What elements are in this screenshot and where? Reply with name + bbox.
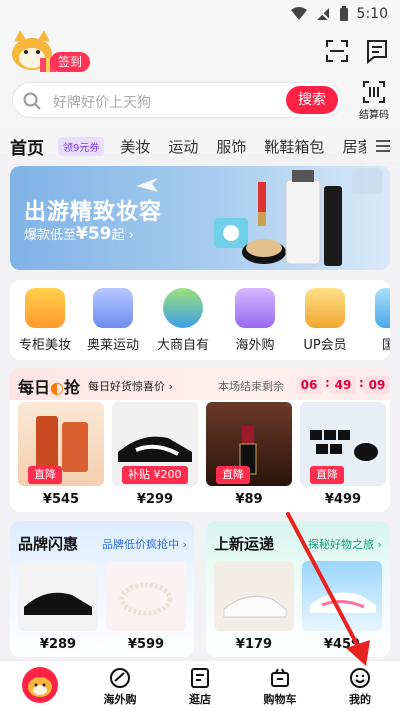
signal-icon bbox=[315, 7, 330, 21]
tag-direct-discount: 直降 bbox=[310, 466, 344, 484]
status-bar: 5:10 bbox=[0, 0, 400, 28]
search-button[interactable]: 搜索 bbox=[286, 86, 338, 114]
sneaker-icon bbox=[93, 288, 133, 328]
tabs-menu-button[interactable] bbox=[366, 130, 400, 162]
flash-product-3[interactable]: 直降 ¥89 bbox=[206, 402, 292, 507]
countdown-hours: 06 bbox=[296, 376, 322, 394]
status-time: 5:10 bbox=[356, 6, 388, 22]
flash-product-2[interactable]: 补贴 ¥200 ¥299 bbox=[112, 402, 198, 507]
quick-entries: 专柜美妆 奥莱运动 大商自有 海外购 UP会员 国补 bbox=[10, 280, 390, 360]
card-product[interactable]: ¥179 bbox=[214, 561, 294, 652]
product-price: ¥499 bbox=[324, 492, 362, 507]
cart-icon bbox=[271, 668, 289, 687]
brand-flash-card[interactable]: 品牌闪惠 品牌低价疯抢中 › ¥289 ¥599 bbox=[10, 521, 194, 657]
card-title: 上新运递 bbox=[214, 535, 275, 553]
battery-icon bbox=[339, 6, 348, 21]
nav-shops[interactable]: 逛店 bbox=[170, 667, 230, 707]
entry-outlet-sports[interactable]: 奥莱运动 bbox=[80, 288, 146, 353]
product-price: ¥545 bbox=[42, 492, 80, 507]
message-icon[interactable] bbox=[364, 38, 390, 64]
daily-flash-section[interactable]: 每日◐抢 每日好货惊喜价 › 本场结束剩余 06 : 49 : 09 直降 ¥5… bbox=[10, 368, 390, 512]
tag-direct-discount: 直降 bbox=[28, 466, 62, 484]
entry-own-brand[interactable]: 大商自有 bbox=[150, 288, 216, 353]
countdown-seconds: 09 bbox=[364, 376, 390, 394]
banner-title: 出游精致妆容 bbox=[24, 200, 163, 225]
tag-direct-discount: 直降 bbox=[216, 466, 250, 484]
overseas-icon bbox=[110, 668, 130, 688]
card-product[interactable]: ¥289 bbox=[18, 561, 98, 652]
globe-icon bbox=[163, 288, 203, 328]
entry-overseas[interactable]: 海外购 bbox=[222, 288, 288, 353]
pearl-necklace-image bbox=[106, 561, 186, 631]
serum-product-image: 直降 bbox=[18, 402, 104, 486]
flash-product-4[interactable]: 直降 ¥499 bbox=[300, 402, 386, 507]
wifi-icon bbox=[290, 7, 307, 20]
flash-subtitle[interactable]: 每日好货惊喜价 › bbox=[88, 378, 173, 394]
coupon-badge[interactable]: 领9元券 bbox=[58, 136, 105, 156]
flash-header: 每日◐抢 每日好货惊喜价 › 本场结束剩余 06 : 49 : 09 bbox=[10, 368, 390, 400]
nav-mine[interactable]: 我的 bbox=[330, 667, 390, 707]
nav-cart[interactable]: 购物车 bbox=[250, 667, 310, 707]
cosmetics-products-image bbox=[214, 168, 382, 266]
profile-smile-icon bbox=[350, 668, 370, 688]
store-icon bbox=[191, 668, 209, 688]
nav-overseas[interactable]: 海外购 bbox=[90, 667, 150, 707]
promo-banner[interactable]: 出游精致妆容 爆款低至¥59起 › bbox=[10, 166, 390, 270]
new-arrivals-card[interactable]: 上新运递 探秘好物之旅 › ¥179 ¥459 bbox=[206, 521, 390, 657]
paycode-label: 结算码 bbox=[359, 110, 389, 121]
tab-sports[interactable]: 运动 bbox=[168, 136, 198, 157]
barcode-icon bbox=[363, 81, 385, 103]
card-subtitle[interactable]: 探秘好物之旅 › bbox=[308, 536, 382, 552]
bottom-nav: 海外购 逛店 购物车 我的 bbox=[0, 660, 400, 711]
search-input[interactable]: 好牌好价上天狗 bbox=[53, 92, 151, 112]
scan-icon[interactable] bbox=[324, 38, 350, 64]
flash-title: 每日◐抢 bbox=[18, 378, 80, 397]
tab-home[interactable]: 首页 bbox=[10, 134, 44, 159]
flash-ends-label: 本场结束剩余 bbox=[218, 380, 284, 393]
entry-national-subsidy[interactable]: 国补 bbox=[362, 288, 390, 353]
crown-icon bbox=[305, 288, 345, 328]
category-tabs: 首页 领9元券 美妆 运动 服饰 靴鞋箱包 居家 bbox=[0, 130, 400, 162]
sneaker-product-image: 补贴 ¥200 bbox=[112, 402, 198, 486]
tab-beauty[interactable]: 美妆 bbox=[120, 136, 150, 157]
search-bar[interactable]: 好牌好价上天狗 搜索 bbox=[12, 82, 342, 118]
banner-subtitle: 爆款低至¥59起 › bbox=[24, 224, 134, 244]
jar-set-product-image: 直降 bbox=[300, 402, 386, 486]
entry-counter-beauty[interactable]: 专柜美妆 bbox=[12, 288, 78, 353]
card-product[interactable]: ¥459 bbox=[302, 561, 382, 652]
tab-apparel[interactable]: 服饰 bbox=[216, 136, 246, 157]
paycode-button[interactable]: 结算码 bbox=[352, 80, 396, 121]
entry-up-member[interactable]: UP会员 bbox=[292, 288, 358, 353]
search-icon bbox=[23, 92, 41, 110]
card-title: 品牌闪惠 bbox=[18, 535, 79, 553]
sneaker-product-image bbox=[214, 561, 294, 631]
tab-shoes-bags[interactable]: 靴鞋箱包 bbox=[264, 136, 324, 157]
running-shoe-image bbox=[302, 561, 382, 631]
card-subtitle[interactable]: 品牌低价疯抢中 › bbox=[102, 536, 187, 552]
airplane-icon bbox=[235, 288, 275, 328]
card-product[interactable]: ¥599 bbox=[106, 561, 186, 652]
lipstick-product-image: 直降 bbox=[206, 402, 292, 486]
shoe-product-image bbox=[18, 561, 98, 631]
tag-subsidy: 补贴 ¥200 bbox=[122, 466, 188, 484]
flash-product-1[interactable]: 直降 ¥545 bbox=[18, 402, 104, 507]
appliance-icon bbox=[375, 288, 390, 328]
airplane-icon bbox=[136, 178, 158, 192]
home-dog-icon[interactable] bbox=[22, 667, 58, 703]
countdown-minutes: 49 bbox=[330, 376, 356, 394]
product-price: ¥299 bbox=[136, 492, 174, 507]
gift-box-icon bbox=[25, 288, 65, 328]
product-price: ¥89 bbox=[235, 492, 263, 507]
signin-button[interactable]: 签到 bbox=[50, 52, 91, 72]
